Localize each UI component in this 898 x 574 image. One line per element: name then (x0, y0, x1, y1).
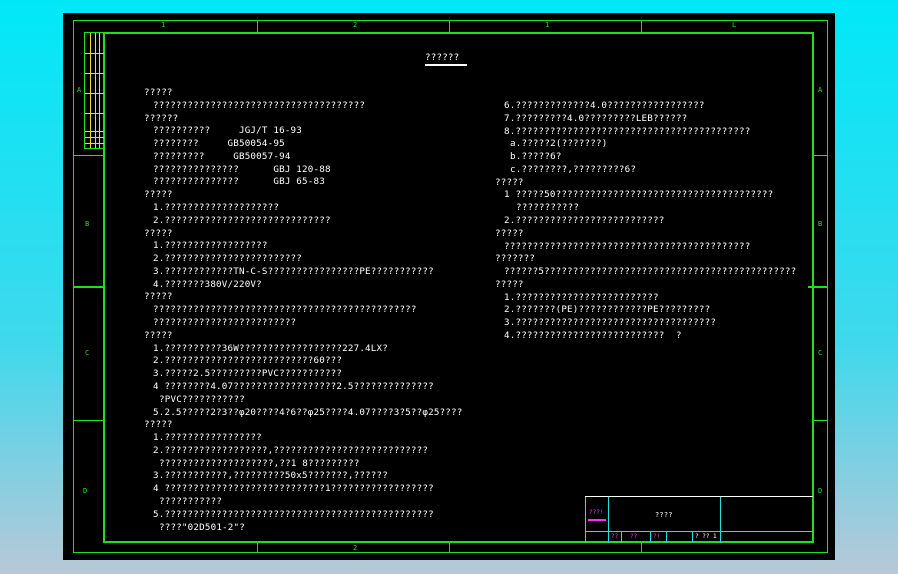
note-line: 7.?????????4.0?????????LEB?????? (504, 112, 688, 124)
note-line: b.?????6? (510, 151, 562, 163)
ruler-side-a-right: A (818, 86, 823, 94)
ruler-side-d: D (83, 487, 88, 495)
note-line: ????????????????????????????????????????… (504, 240, 751, 252)
note-line: ????????????????????????????????????? (153, 99, 366, 111)
note-line: ??????????????? GBJ 65-83 (153, 176, 325, 188)
ruler-side-d-right: D (818, 487, 823, 495)
note-line: ?????? (144, 112, 179, 124)
note-line: ??????5?????????????????????????????????… (504, 266, 797, 278)
note-line: 1.??????????36W??????????????????227.4LX… (153, 342, 388, 354)
title-block-label: ???! (589, 509, 604, 516)
ruler-top-4: L (732, 21, 737, 29)
binding-grid (84, 32, 105, 149)
ruler-side-b-right: B (818, 220, 823, 228)
note-line: 1 ?????50???????????????????????????????… (504, 189, 774, 201)
ruler-side-b: B (85, 220, 90, 228)
note-line: ?PVC??????????? (159, 393, 245, 405)
note-line: ??????????? (159, 495, 223, 507)
ruler-side-c-right: C (818, 349, 823, 357)
note-line: 1.???????????????????? (153, 202, 280, 214)
note-line: ????? (495, 176, 524, 188)
ruler-top-2: 2 (353, 21, 358, 29)
drawing-name: ???? (655, 511, 673, 519)
note-line: 8.??????????????????????????????????????… (504, 125, 751, 137)
note-line: ????????? GB50057-94 (153, 150, 291, 162)
note-line: 2.?????????????????????????? (504, 215, 665, 227)
cad-drawing-canvas[interactable]: 1 2 1 L 2 A B C D A B C D ?????? ???????… (63, 13, 835, 560)
ruler-bottom-2: 2 (353, 544, 358, 552)
note-line: ????? (144, 189, 173, 201)
note-line: 1.?????????????????? (153, 240, 268, 252)
note-line: ???????? GB50054-95 (153, 138, 285, 150)
note-line: ????????????????????,??1 8????????? (159, 457, 360, 469)
note-line: 4.?????????????????????????? ? (504, 330, 682, 342)
note-line: a.?????2(???????) (510, 138, 608, 150)
title-block: ???! ???? ?? ?? ?! ? ?? 1 (585, 496, 813, 543)
note-line: 3.??????????????????????????????????? (504, 317, 717, 329)
note-line: 4.???????380V/220V? (153, 278, 262, 290)
note-line: 5.??????????????????????????????????????… (153, 508, 434, 520)
note-line: 3.???????????,?????????50x5???????,?????… (153, 470, 388, 482)
note-line: ????????????????????????????????????????… (153, 304, 417, 316)
note-line: ????? (495, 227, 524, 239)
note-line: 5.2.5?????2?3??φ20????4?6??φ25????4.07??… (153, 406, 463, 418)
note-line: ?????????? JGJ/T 16-93 (153, 125, 303, 137)
note-line: 2.??????????????????,???????????????????… (153, 444, 429, 456)
label-bar (588, 519, 606, 521)
note-line: ??????????????? GBJ 120-88 (153, 163, 331, 175)
ruler-side-a: A (77, 86, 82, 94)
drawing-title: ?????? (425, 52, 460, 63)
note-line: ????"02D501-2"? (159, 521, 245, 533)
note-line: 3.????????????TN-C-S????????????????PE??… (153, 265, 434, 277)
note-line: 2.????????????????????????????? (153, 214, 331, 226)
note-line: 1.????????????????????????? (504, 291, 659, 303)
note-line: ??????? (495, 253, 536, 265)
note-line: 2.??????????????????????????60??? (153, 355, 343, 367)
note-line: 4 ????????????????????????????1?????????… (153, 483, 434, 495)
note-line: ????????????????????????? (153, 317, 297, 329)
note-line: 1.????????????????? (153, 432, 262, 444)
note-line: 2.???????(PE)????????????PE????????? (504, 304, 711, 316)
note-line: ????? (144, 329, 173, 341)
note-line: 4 ????????4.07??????????????????2.5?????… (153, 380, 434, 392)
note-line: ????? (144, 291, 173, 303)
note-line: ????? (495, 278, 524, 290)
cell-2: ?? (630, 533, 638, 540)
note-line: ??????????? (516, 202, 580, 214)
cell-1: ?? (611, 533, 619, 540)
note-line: ????? (144, 227, 173, 239)
ruler-side-c: C (85, 349, 90, 357)
title-underline (425, 64, 467, 66)
note-line: 3.?????2.5?????????PVC??????????? (153, 368, 343, 380)
ruler-top-1: 1 (161, 21, 166, 29)
note-line: ????? (144, 87, 173, 98)
cell-3: ?! (653, 533, 661, 540)
cell-sheet: ? ?? 1 (695, 533, 717, 540)
note-line: 2.???????????????????????? (153, 253, 303, 265)
note-line: c.????????,?????????6? (510, 163, 637, 175)
note-line: 6.?????????????4.0????????????????? (504, 100, 705, 111)
ruler-top-3: 1 (545, 21, 550, 29)
note-line: ????? (144, 419, 173, 431)
